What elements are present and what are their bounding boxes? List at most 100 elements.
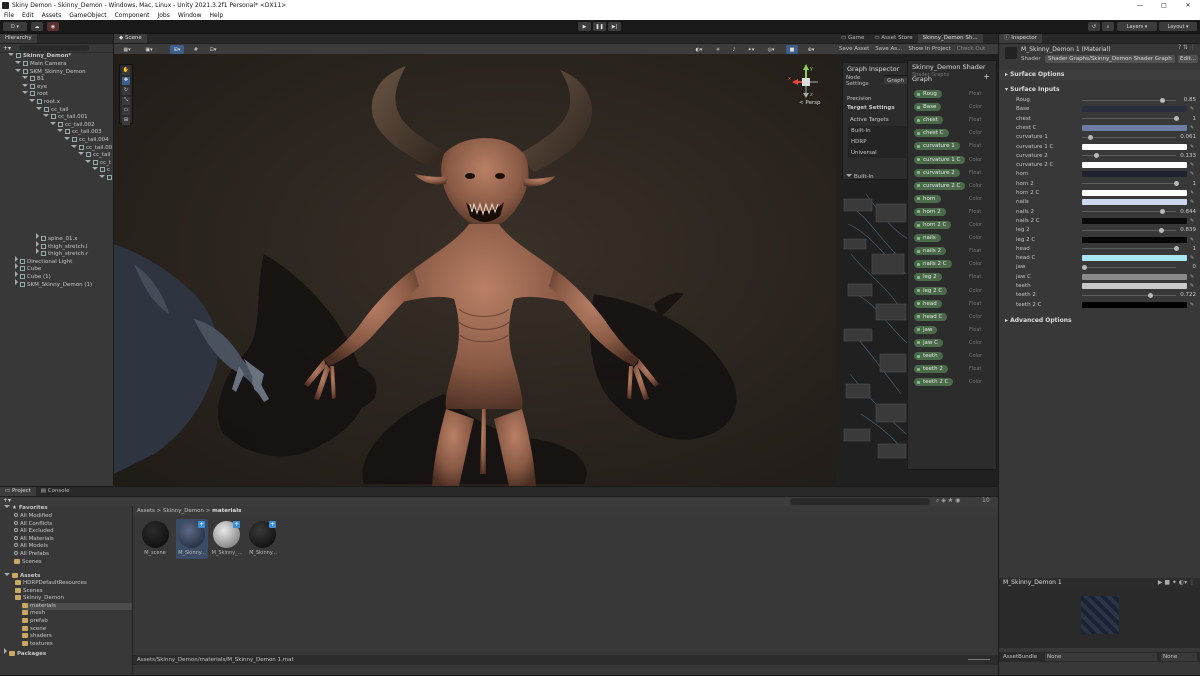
scale-tool-icon[interactable]: ⤡	[122, 97, 130, 105]
collab-icon[interactable]: ◉	[47, 22, 59, 31]
assets-foldout[interactable]: Assets	[4, 573, 40, 580]
slider-track[interactable]	[1082, 294, 1176, 296]
slider-handle[interactable]	[1174, 246, 1179, 252]
expand-icon[interactable]	[15, 271, 18, 277]
blackboard-property[interactable]: head C	[914, 312, 948, 321]
hierarchy-search[interactable]	[19, 45, 90, 51]
persp-label[interactable]: < Persp	[799, 100, 820, 106]
favorite-item[interactable]: Scenes	[14, 558, 42, 566]
slider-handle[interactable]	[1160, 97, 1166, 103]
slider-handle[interactable]	[1159, 209, 1165, 215]
assetbundle-variant-dropdown[interactable]: None	[1161, 653, 1197, 661]
expand-icon[interactable]	[85, 159, 91, 163]
hierarchy-item[interactable]: cc_tail.002	[50, 121, 95, 129]
project-folder[interactable]: shaders	[22, 633, 52, 640]
eyedropper-icon[interactable]: ✎	[1190, 302, 1195, 308]
expand-icon[interactable]	[8, 53, 14, 56]
blackboard-property[interactable]: horn 2 C	[914, 221, 952, 229]
minimize-button[interactable]: —	[1128, 0, 1152, 11]
expand-icon[interactable]	[50, 121, 56, 125]
favorite-item[interactable]: All Models	[14, 543, 48, 550]
slider-track[interactable]	[1082, 118, 1176, 120]
color-field[interactable]	[1082, 106, 1187, 113]
save-as-button[interactable]: Save As...	[875, 46, 902, 52]
breadcrumb-skinny-demon[interactable]: Skinny_Demon	[163, 508, 204, 514]
menu-window[interactable]: Window	[174, 11, 206, 20]
hierarchy-item[interactable]: root	[22, 91, 48, 98]
blackboard-property[interactable]: Base	[914, 103, 942, 112]
color-field[interactable]	[1082, 283, 1187, 289]
hierarchy-item[interactable]: cc_tail	[36, 106, 68, 114]
favorite-item[interactable]: All Excluded	[14, 528, 54, 535]
eyedropper-icon[interactable]: ✎	[1190, 106, 1195, 112]
project-folder[interactable]: prefab	[22, 618, 48, 625]
tab-game[interactable]: ▭ Game	[836, 34, 870, 43]
eyedropper-icon[interactable]: ✎	[1190, 274, 1195, 280]
color-field[interactable]	[1082, 124, 1187, 131]
check-out-button[interactable]: Check Out	[957, 46, 986, 52]
slider-value[interactable]: 0.844	[1180, 208, 1196, 216]
favorites-foldout[interactable]: ★ Favorites	[4, 505, 48, 512]
slider-value[interactable]: 0.839	[1180, 226, 1196, 234]
expand-icon[interactable]	[36, 106, 42, 110]
advanced-options-foldout[interactable]: ▸ Advanced Options	[999, 316, 1200, 326]
expand-icon[interactable]	[99, 175, 105, 178]
slider-track[interactable]	[1082, 136, 1176, 138]
project-add-icon[interactable]: +▾	[3, 497, 11, 504]
eyedropper-icon[interactable]: ✎	[1190, 199, 1195, 205]
expand-icon[interactable]	[43, 114, 49, 118]
blackboard-property[interactable]: jaw C	[914, 338, 943, 347]
hierarchy-scene-root[interactable]: Skinny_Demon*	[8, 53, 71, 60]
eyedropper-icon[interactable]: ✎	[1190, 162, 1195, 168]
eyedropper-icon[interactable]: ✎	[1190, 144, 1195, 150]
blackboard-property[interactable]: nails	[914, 234, 941, 243]
packages-foldout[interactable]: Packages	[4, 648, 46, 658]
maximize-button[interactable]: □	[1152, 0, 1176, 11]
slider-handle[interactable]	[1087, 134, 1093, 140]
history-icon[interactable]: ↺	[1088, 22, 1100, 31]
slider-value[interactable]: 1	[1193, 180, 1197, 188]
grid-icon[interactable]: #	[190, 45, 202, 54]
blackboard-property[interactable]: curvature 1 C	[914, 155, 966, 164]
blackboard-property[interactable]: curvature 2	[914, 168, 960, 177]
eyedropper-icon[interactable]: ✎	[1190, 171, 1195, 177]
blackboard-property[interactable]: leg 2 C	[914, 286, 948, 295]
eyedropper-icon[interactable]: ✎	[1190, 125, 1195, 131]
slider-handle[interactable]	[1094, 153, 1100, 159]
eyedropper-icon[interactable]: ✎	[1190, 283, 1195, 289]
eyedropper-icon[interactable]: ✎	[1190, 218, 1195, 224]
eyedropper-icon[interactable]: ✎	[1190, 190, 1195, 196]
menu-file[interactable]: File	[0, 11, 18, 20]
asset-thumb-m-scene[interactable]	[142, 521, 169, 548]
slider-value[interactable]: 1	[1193, 245, 1197, 253]
project-filter-icons[interactable]: ⌕ ◈ ★ ◉	[936, 497, 960, 505]
tab-graph-settings[interactable]: Graph	[884, 77, 907, 84]
blackboard-property[interactable]: curvature 1	[914, 142, 960, 151]
blackboard-property[interactable]: teeth 2 C	[914, 378, 954, 387]
play-button[interactable]: ▶	[578, 22, 591, 31]
add-property-button[interactable]: +	[983, 72, 990, 81]
expand-icon[interactable]	[29, 99, 35, 102]
camera-icon[interactable]: ■	[786, 45, 798, 54]
color-field[interactable]	[1082, 171, 1187, 178]
expand-icon[interactable]	[36, 248, 39, 255]
step-button[interactable]: ▶|	[608, 22, 621, 31]
surface-options-foldout[interactable]: ▸ Surface Options	[999, 70, 1200, 80]
blackboard-property[interactable]: leg 2	[914, 273, 942, 282]
transform-tool-icon2[interactable]: ⊞	[122, 117, 130, 125]
hierarchy-item[interactable]: cc_tail.003	[57, 129, 102, 136]
layout-dropdown[interactable]: Layout ▾	[1159, 22, 1197, 31]
cloud-icon[interactable]: ☁	[31, 22, 43, 31]
expand-icon[interactable]	[71, 144, 77, 148]
project-folder[interactable]: textures	[22, 640, 53, 648]
effects-icon[interactable]: ✦▾	[744, 45, 758, 54]
audio-icon[interactable]: ♪	[728, 45, 740, 54]
pause-button[interactable]: ❚❚	[593, 22, 606, 31]
save-asset-button[interactable]: Save Asset	[839, 46, 869, 52]
color-field[interactable]	[1082, 162, 1187, 169]
project-folder[interactable]: Skinny_Demon	[15, 595, 64, 602]
slider-track[interactable]	[1082, 266, 1176, 268]
expand-icon[interactable]	[22, 83, 28, 87]
assetbundle-dropdown[interactable]: None	[1045, 653, 1157, 661]
breadcrumb-assets[interactable]: Assets	[137, 508, 155, 514]
